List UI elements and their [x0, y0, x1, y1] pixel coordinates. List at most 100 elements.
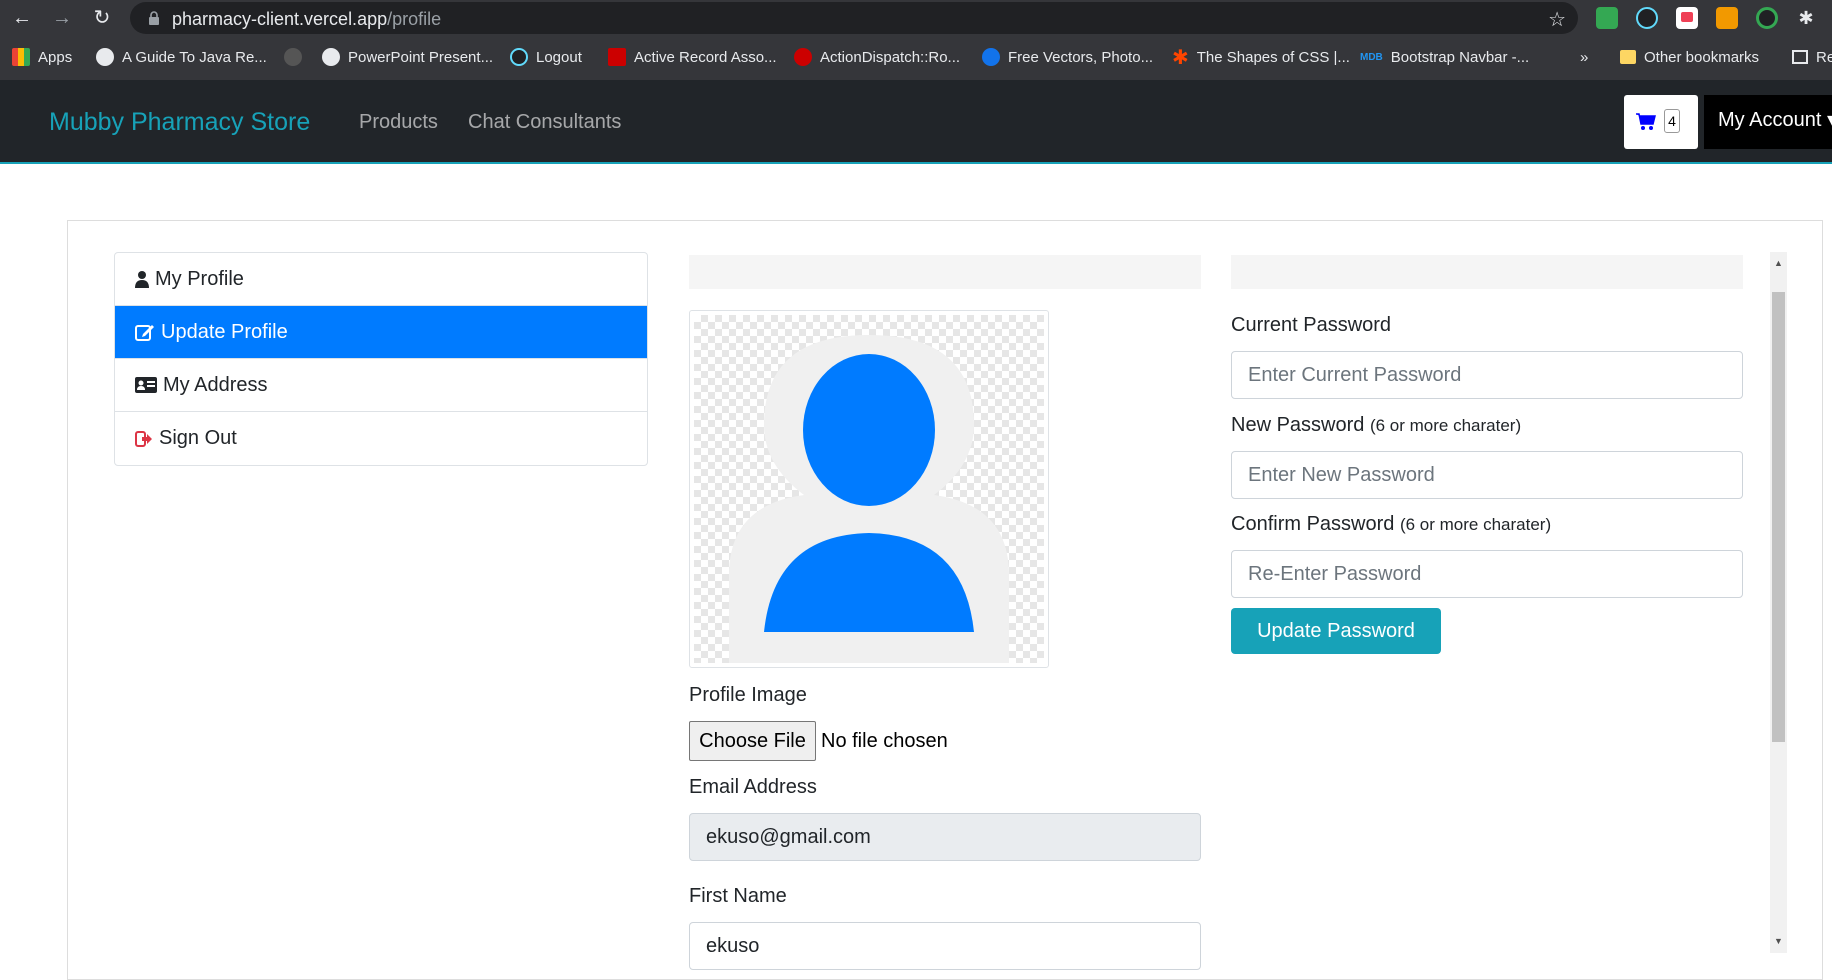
caret-down-icon: ▾ — [1826, 109, 1832, 131]
bookmark-label: ActionDispatch::Ro... — [820, 48, 961, 66]
globe-icon — [96, 48, 114, 66]
extension-icon[interactable] — [1596, 7, 1618, 29]
bookmark-item[interactable] — [284, 46, 302, 68]
nav-link-products[interactable]: Products — [359, 111, 438, 134]
bookmark-label: Free Vectors, Photo... — [1008, 48, 1154, 66]
github-icon — [284, 48, 302, 66]
bookmark-label: Bootstrap Navbar -... — [1390, 48, 1530, 66]
bookmark-item[interactable]: MDB Bootstrap Navbar -... — [1360, 46, 1529, 68]
bookmark-label: The Shapes of CSS |... — [1196, 48, 1350, 66]
reading-list[interactable]: Re — [1792, 46, 1832, 68]
reload-icon[interactable]: ↻ — [90, 6, 114, 30]
react-icon — [510, 48, 528, 66]
mdb-icon: MDB — [1360, 51, 1383, 63]
lock-icon — [149, 11, 159, 25]
avatar-placeholder-icon — [729, 335, 1009, 663]
profile-image-label: Profile Image — [689, 684, 807, 706]
email-label: Email Address — [689, 776, 817, 798]
app-navbar: Mubby Pharmacy Store Products Chat Consu… — [0, 80, 1832, 164]
pocket-icon[interactable] — [1676, 7, 1698, 29]
freepik-icon — [982, 48, 1000, 66]
profile-image-preview — [689, 310, 1049, 668]
first-name-field[interactable]: ekuso — [689, 922, 1201, 970]
extension-icon[interactable] — [1756, 7, 1778, 29]
browser-chrome: ← → ↻ pharmacy-client.vercel.app/profile… — [0, 0, 1832, 80]
forward-arrow-icon[interactable]: → — [50, 6, 74, 30]
avatar-background — [694, 315, 1044, 663]
new-password-input[interactable] — [1231, 451, 1743, 499]
sidebar-item-label: Sign Out — [159, 427, 237, 449]
confirm-password-label: Confirm Password (6 or more charater) — [1231, 513, 1551, 536]
bookmark-item[interactable]: Active Record Asso... — [608, 46, 777, 68]
reading-list-label: Re — [1816, 48, 1832, 66]
bookmark-item[interactable]: A Guide To Java Re... — [96, 46, 267, 68]
shopping-cart-icon — [1636, 113, 1656, 130]
other-bookmarks-label: Other bookmarks — [1644, 48, 1760, 66]
apps-grid-icon — [12, 48, 30, 66]
scroll-down-arrow-icon[interactable]: ▼ — [1774, 936, 1783, 946]
content-scrollbar[interactable]: ▲ ▼ — [1770, 252, 1787, 953]
scroll-up-arrow-icon[interactable]: ▲ — [1774, 258, 1783, 268]
bookmark-label: Logout — [536, 48, 582, 66]
bookmark-label: A Guide To Java Re... — [122, 48, 267, 66]
back-arrow-icon[interactable]: ← — [10, 6, 34, 30]
url-path: /profile — [387, 9, 442, 29]
alert-placeholder — [689, 255, 1201, 289]
cart-count-badge: 4 — [1664, 109, 1680, 133]
url-text: pharmacy-client.vercel.app/profile — [172, 9, 441, 30]
sidebar-item-my-address[interactable]: My Address — [115, 359, 647, 412]
puzzle-icon[interactable]: ✱ — [1794, 6, 1818, 30]
bookmark-item[interactable]: ✱ The Shapes of CSS |... — [1172, 46, 1350, 69]
scrollbar-thumb[interactable] — [1772, 292, 1785, 742]
bookmark-item[interactable]: Logout — [510, 46, 582, 68]
bookmarks-bar: Apps A Guide To Java Re... PowerPoint Pr… — [0, 42, 1832, 72]
react-devtools-icon[interactable] — [1636, 7, 1658, 29]
bookmark-item[interactable]: Free Vectors, Photo... — [982, 46, 1153, 68]
reading-list-icon — [1792, 50, 1808, 64]
confirm-password-input[interactable] — [1231, 550, 1743, 598]
sidebar-item-label: Update Profile — [161, 320, 288, 343]
update-password-button[interactable]: Update Password — [1231, 608, 1441, 654]
sign-out-icon — [135, 430, 152, 447]
nav-link-chat-consultants[interactable]: Chat Consultants — [468, 111, 621, 134]
current-password-label: Current Password — [1231, 314, 1392, 336]
address-bar[interactable]: pharmacy-client.vercel.app/profile ☆ — [130, 2, 1578, 34]
bookmarks-overflow[interactable]: » — [1580, 46, 1588, 68]
new-password-label: New Password (6 or more charater) — [1231, 414, 1521, 437]
my-account-dropdown[interactable]: My Account ▾ — [1704, 95, 1832, 149]
choose-file-button[interactable]: Choose File — [689, 721, 816, 761]
other-bookmarks[interactable]: Other bookmarks — [1620, 46, 1759, 68]
bookmark-label: Apps — [38, 48, 73, 66]
url-host: pharmacy-client.vercel.app — [172, 9, 388, 29]
email-field[interactable]: ekuso@gmail.com — [689, 813, 1201, 861]
bookmark-label: Active Record Asso... — [634, 48, 777, 66]
rails-icon — [608, 48, 626, 66]
bookmark-item[interactable]: PowerPoint Present... — [322, 46, 493, 68]
cart-button[interactable]: 4 — [1624, 95, 1698, 149]
folder-icon — [1620, 50, 1636, 64]
bookmark-item[interactable]: ActionDispatch::Ro... — [794, 46, 960, 68]
sidebar-item-label: My Profile — [155, 267, 244, 290]
brand-link[interactable]: Mubby Pharmacy Store — [49, 108, 310, 137]
globe-icon — [322, 48, 340, 66]
sidebar-item-my-profile[interactable]: My Profile — [115, 253, 647, 306]
first-name-label: First Name — [689, 885, 787, 907]
bookmark-apps[interactable]: Apps — [12, 46, 72, 68]
user-icon — [135, 271, 149, 288]
address-card-icon — [135, 377, 157, 393]
current-password-input[interactable] — [1231, 351, 1743, 399]
sidebar-item-update-profile[interactable]: Update Profile — [115, 306, 647, 359]
confirm-password-label-text: Confirm Password — [1231, 513, 1395, 535]
extension-icon[interactable] — [1716, 7, 1738, 29]
file-status-text: No file chosen — [821, 730, 948, 752]
address-row: ← → ↻ pharmacy-client.vercel.app/profile… — [0, 0, 1832, 36]
new-password-hint: (6 or more charater) — [1369, 416, 1522, 435]
edit-icon — [135, 325, 154, 341]
alert-placeholder — [1231, 255, 1743, 289]
sidebar-item-label: My Address — [163, 373, 268, 396]
bookmark-star-icon[interactable]: ☆ — [1548, 7, 1566, 32]
profile-sidebar: My Profile Update Profile My Address Sig… — [114, 252, 648, 466]
sidebar-item-sign-out[interactable]: Sign Out — [115, 412, 647, 465]
ruby-icon — [794, 48, 812, 66]
new-password-label-text: New Password — [1231, 414, 1365, 436]
